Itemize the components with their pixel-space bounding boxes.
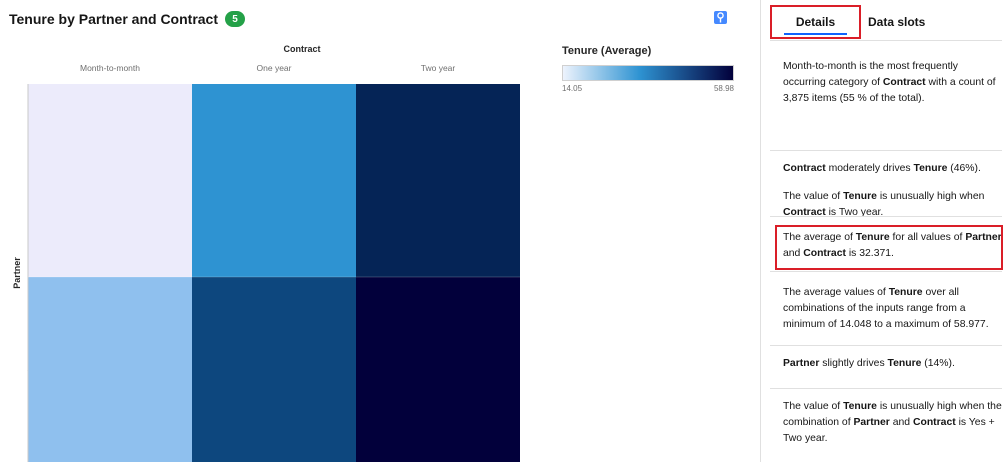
insight-field-name: Tenure — [913, 163, 948, 174]
heatmap-cell[interactable] — [192, 84, 356, 277]
color-legend: Tenure (Average) 14.05 58.98 — [562, 45, 737, 93]
insight-field-name: Partner — [783, 358, 820, 369]
insight-text: The average values of Tenure over all co… — [783, 285, 1003, 333]
x-tick-label: Two year — [421, 63, 456, 73]
insight-separator — [770, 345, 1002, 346]
insight-text-segment: The average values of — [783, 287, 889, 298]
tab-active-indicator — [784, 33, 847, 35]
insight-text: Month-to-month is the most frequently oc… — [783, 59, 1003, 107]
insight-field-name: Contract — [882, 77, 926, 88]
legend-title: Tenure (Average) — [562, 45, 652, 57]
tab-data-slots-label: Data slots — [868, 15, 926, 29]
insight-field-name: Contract — [912, 417, 956, 428]
insight-field-name: Tenure — [887, 358, 922, 369]
y-axis-title: Partner — [12, 257, 22, 289]
heatmap-cell[interactable] — [356, 277, 520, 462]
insight-field-name: Tenure — [888, 287, 923, 298]
insight-text-segment: The value of — [783, 191, 844, 202]
legend-min-label: 14.05 — [562, 84, 583, 93]
insight-text-segment: and — [889, 417, 913, 428]
widget-header: Tenure by Partner and Contract 5 — [9, 10, 246, 28]
insight-text-segment: is unusually high when — [876, 191, 985, 202]
insight-separator — [770, 150, 1002, 151]
insight-highlight-box — [775, 225, 1003, 270]
pin-glyph-icon — [717, 12, 724, 23]
legend-labels: 14.05 58.98 — [562, 84, 734, 93]
panel-divider — [760, 0, 761, 462]
insight-text-segment: moderately drives — [825, 163, 914, 174]
x-axis-title: Contract — [283, 44, 320, 54]
pin-icon[interactable] — [714, 11, 727, 24]
legend-max-label: 58.98 — [713, 84, 734, 93]
insight-text-segment: (14%). — [921, 358, 955, 369]
tab-details[interactable]: Details — [770, 5, 861, 39]
insight-separator — [770, 216, 1002, 217]
insight-text-segment: (46%). — [947, 163, 981, 174]
insight-text: The value of Tenure is unusually high wh… — [783, 399, 1003, 447]
insight-separator — [770, 271, 1002, 272]
tab-baseline — [770, 40, 1002, 41]
count-badge: 5 — [225, 11, 246, 27]
legend-gradient-bar — [562, 65, 734, 81]
tab-data-slots[interactable]: Data slots — [868, 5, 925, 39]
heatmap-cell[interactable] — [28, 84, 192, 277]
insight-separator — [770, 388, 1002, 389]
insight-text: Partner slightly drives Tenure (14%). — [783, 356, 1003, 372]
widget-title: Tenure by Partner and Contract — [9, 11, 219, 27]
heatmap-cell[interactable] — [28, 277, 192, 462]
insight-text-segment: The value of — [783, 401, 844, 412]
x-tick-label: Month-to-month — [80, 63, 140, 73]
insight-text: Contract moderately drives Tenure (46%). — [783, 161, 1003, 177]
insight-field-name: Tenure — [843, 191, 877, 202]
heatmap-cell[interactable] — [192, 277, 356, 462]
heatmap-chart: Contract Month-to-month One year Two year … — [12, 44, 520, 462]
insight-field-name: Partner — [853, 417, 890, 428]
x-tick-label: One year — [257, 63, 292, 73]
insight-field-name: Contract — [783, 163, 826, 174]
insight-text-segment: slightly drives — [819, 358, 888, 369]
insight-field-name: Tenure — [843, 401, 877, 412]
heatmap-cell[interactable] — [356, 84, 520, 277]
